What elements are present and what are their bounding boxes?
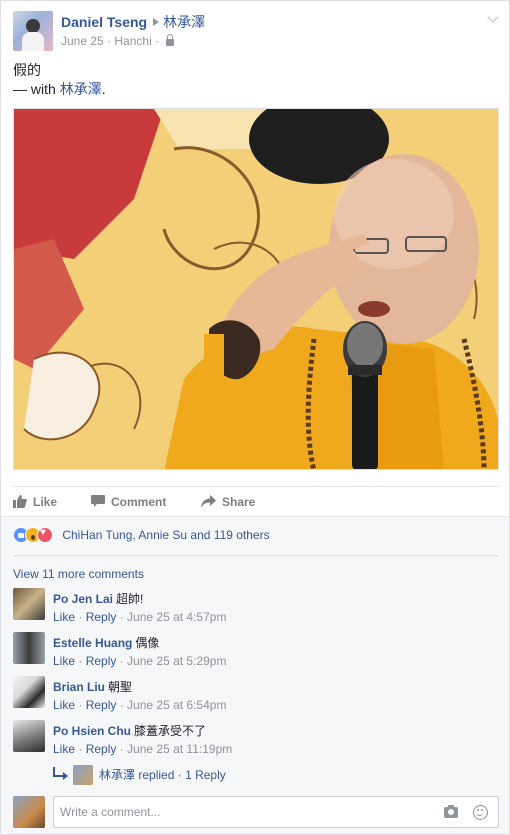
comment-time[interactable]: June 25 at 4:57pm xyxy=(127,610,226,624)
comments-section: ChiHan Tung, Annie Su and 119 others Vie… xyxy=(1,516,509,834)
comment-item: Brian Liu 朝聖 Like · Reply · June 25 at 6:… xyxy=(13,676,499,716)
comment-reply-link[interactable]: Reply xyxy=(86,610,117,624)
comment-time[interactable]: June 25 at 6:54pm xyxy=(127,698,226,712)
chevron-down-icon[interactable] xyxy=(487,11,499,23)
comment-like-link[interactable]: Like xyxy=(53,742,75,756)
comment-item: Estelle Huang 偶像 Like · Reply · June 25 a… xyxy=(13,632,499,672)
comment-button[interactable]: Comment xyxy=(91,495,166,511)
replier-name: 林承澤 xyxy=(99,768,136,782)
comment-bubble-icon xyxy=(91,495,105,511)
commenter-name[interactable]: Po Jen Lai xyxy=(53,592,113,606)
post-photo[interactable] xyxy=(13,108,499,470)
commenter-avatar[interactable] xyxy=(13,632,45,664)
comment-text: 超帥! xyxy=(116,592,144,606)
comment-text: 膝蓋承受不了 xyxy=(134,724,207,738)
post-card: Daniel Tseng 林承澤 June 25 · Hanchi · 假的 — … xyxy=(0,0,510,835)
replier-avatar xyxy=(73,765,93,785)
comment-composer xyxy=(13,796,499,828)
post-actions: Like Comment Share xyxy=(13,486,499,516)
comment-item: Po Jen Lai 超帥! Like · Reply · June 25 at … xyxy=(13,588,499,628)
love-reaction-icon xyxy=(37,527,53,543)
commenter-name[interactable]: Estelle Huang xyxy=(53,636,132,650)
replies-link[interactable]: 林承澤 replied · 1 Reply xyxy=(53,765,226,785)
comment-reply-link[interactable]: Reply xyxy=(86,654,117,668)
comment-like-link[interactable]: Like xyxy=(53,654,75,668)
reactions-summary[interactable]: ChiHan Tung, Annie Su and 119 others xyxy=(13,527,270,547)
thumbs-up-icon xyxy=(13,495,27,511)
share-arrow-icon xyxy=(201,495,216,511)
reply-arrow-icon xyxy=(53,767,68,780)
lock-icon[interactable] xyxy=(166,34,175,46)
view-more-comments-link[interactable]: View 11 more comments xyxy=(13,567,144,581)
post-header: Daniel Tseng 林承澤 June 25 · Hanchi · xyxy=(13,11,499,51)
commenter-name[interactable]: Po Hsien Chu xyxy=(53,724,131,738)
camera-icon[interactable] xyxy=(444,805,458,818)
comment-box[interactable] xyxy=(53,796,499,828)
share-button[interactable]: Share xyxy=(201,495,255,511)
commenter-avatar[interactable] xyxy=(13,588,45,620)
like-button[interactable]: Like xyxy=(13,495,57,511)
comment-like-link[interactable]: Like xyxy=(53,610,75,624)
comment-item: Po Hsien Chu 膝蓋承受不了 Like · Reply · June 2… xyxy=(13,720,499,760)
commenter-name[interactable]: Brian Liu xyxy=(53,680,105,694)
commenter-avatar[interactable] xyxy=(13,720,45,752)
post-text: 假的 — with 林承澤. xyxy=(13,62,106,97)
author-name[interactable]: Daniel Tseng xyxy=(61,14,147,30)
post-date[interactable]: June 25 xyxy=(61,34,104,48)
comment-time[interactable]: June 25 at 11:19pm xyxy=(127,742,232,756)
reactions-names[interactable]: ChiHan Tung, Annie Su and 119 others xyxy=(62,528,269,542)
comment-reply-link[interactable]: Reply xyxy=(86,698,117,712)
comment-text: 朝聖 xyxy=(108,680,133,694)
reply-count: 1 Reply xyxy=(185,768,226,782)
comment-reply-link[interactable]: Reply xyxy=(86,742,117,756)
with-tag-link[interactable]: 林承澤 xyxy=(60,81,102,97)
comment-text: 偶像 xyxy=(135,636,160,650)
post-location[interactable]: Hanchi xyxy=(114,34,151,48)
viewer-avatar xyxy=(13,796,45,828)
photo-illustration xyxy=(14,109,498,469)
comment-time[interactable]: June 25 at 5:29pm xyxy=(127,654,226,668)
divider xyxy=(13,555,499,556)
tag-arrow-icon xyxy=(153,18,160,26)
emoji-icon[interactable] xyxy=(473,805,488,820)
author-avatar[interactable] xyxy=(13,11,53,51)
commenter-avatar[interactable] xyxy=(13,676,45,708)
tagged-name[interactable]: 林承澤 xyxy=(163,14,205,30)
post-message: 假的 xyxy=(13,62,41,78)
comment-like-link[interactable]: Like xyxy=(53,698,75,712)
comment-input[interactable] xyxy=(60,803,430,821)
